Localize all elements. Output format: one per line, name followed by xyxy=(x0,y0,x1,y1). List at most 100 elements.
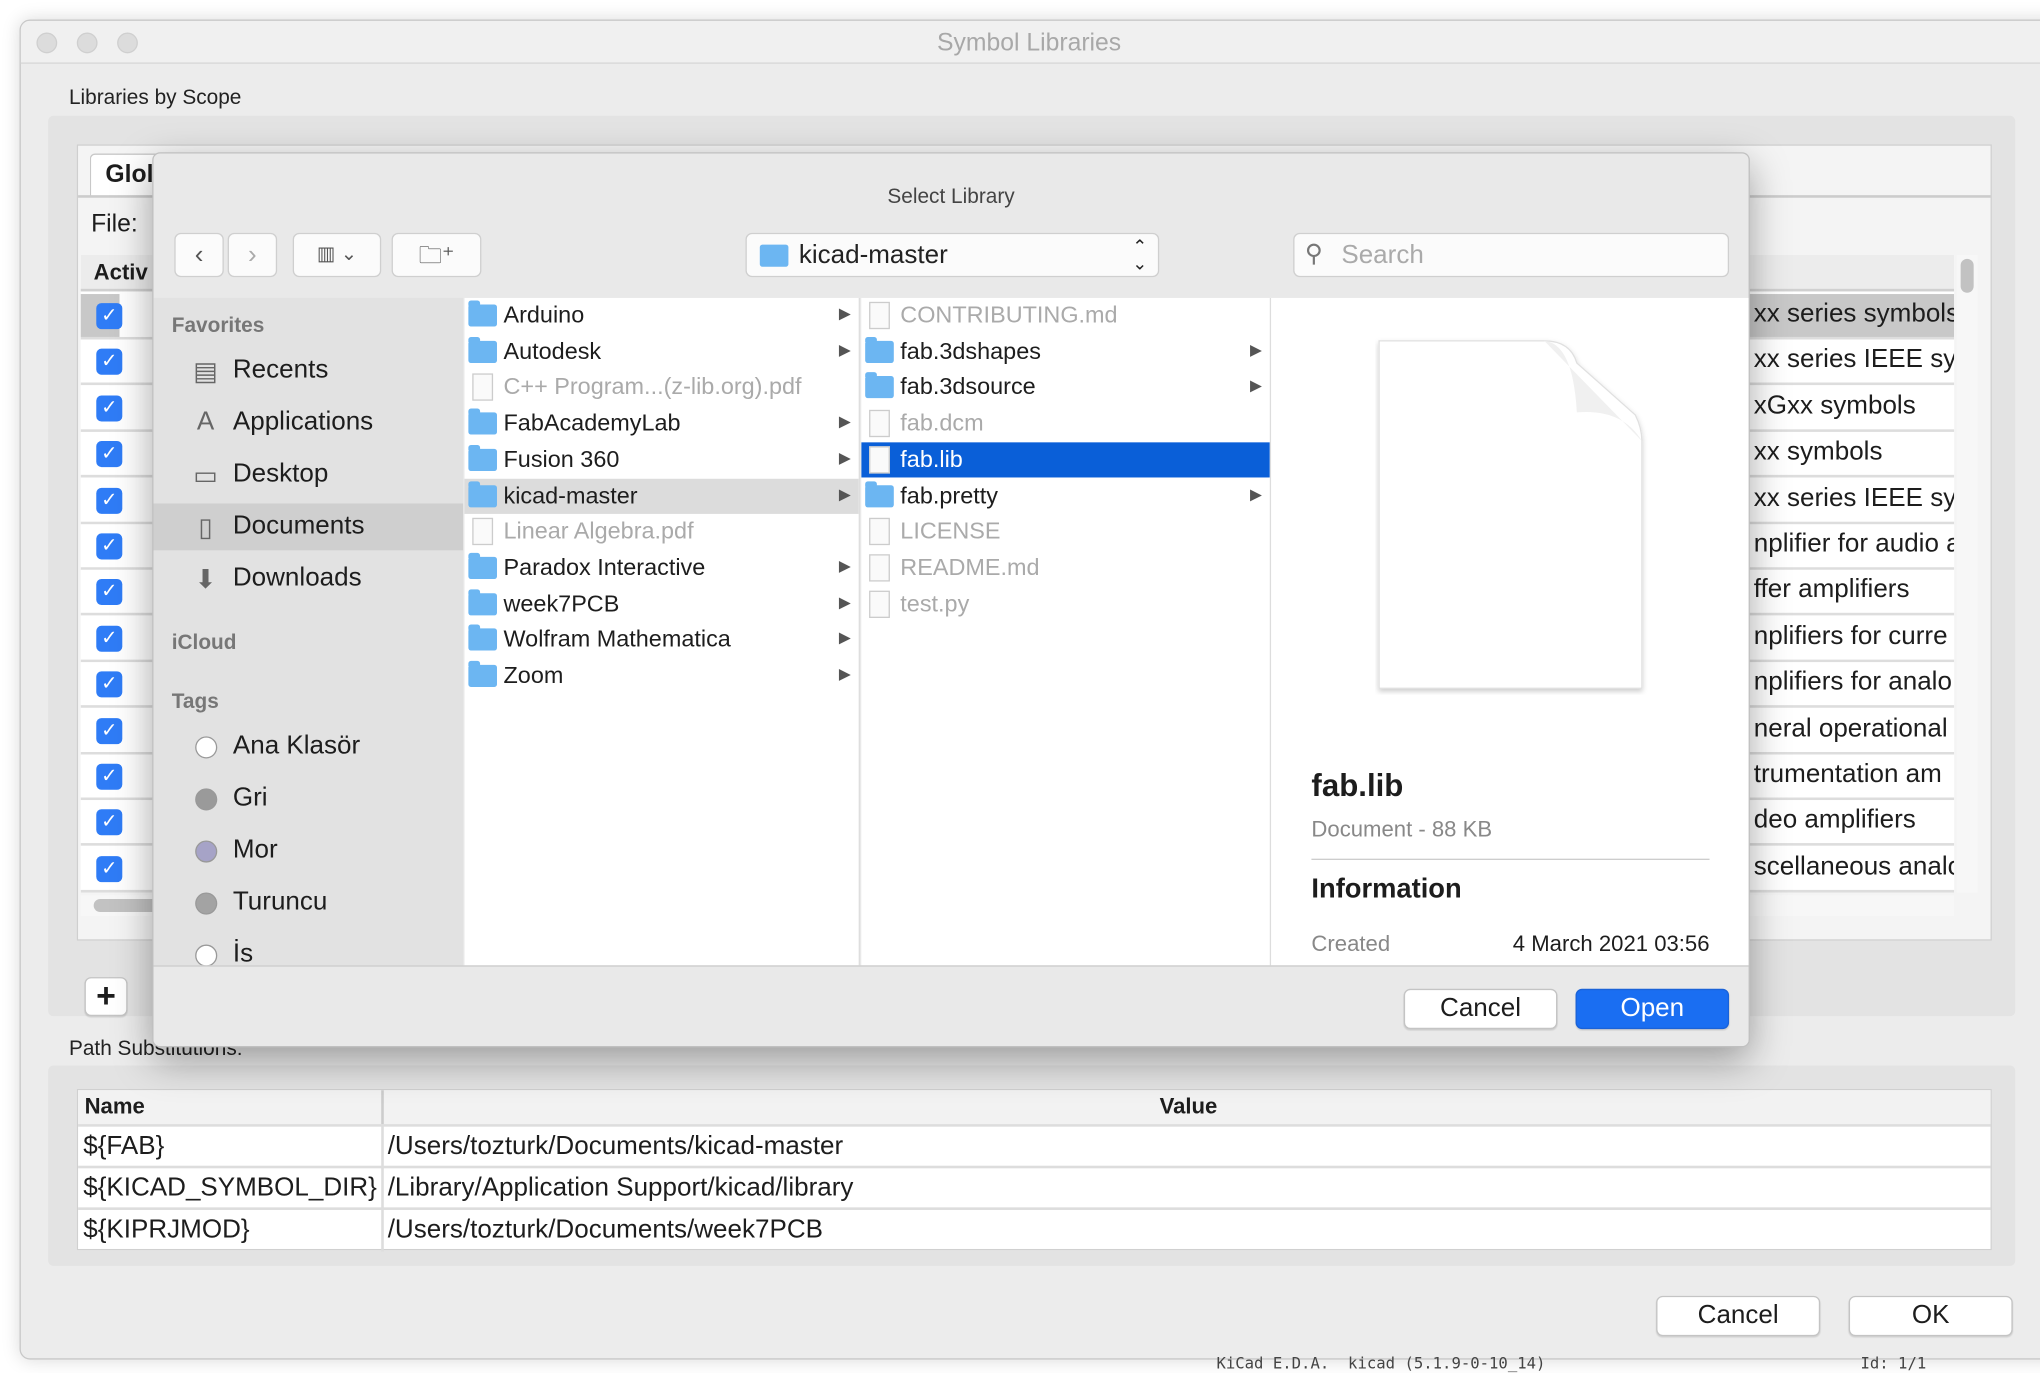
active-checkbox[interactable]: ✓ xyxy=(96,533,123,560)
sidebar-item-documents[interactable]: ▯ Documents xyxy=(153,503,464,551)
file-row[interactable]: README.md xyxy=(861,550,1270,585)
file-row[interactable]: Arduino ▶ xyxy=(464,298,858,333)
path-row[interactable]: ${KICAD_SYMBOL_DIR} /Library/Application … xyxy=(78,1165,1991,1208)
file-row[interactable]: Wolfram Mathematica ▶ xyxy=(464,622,858,657)
active-checkbox[interactable]: ✓ xyxy=(96,855,123,882)
file-row[interactable]: kicad-master ▶ xyxy=(464,478,859,514)
active-checkbox[interactable]: ✓ xyxy=(96,809,123,836)
sidebar-item-applications[interactable]: A Applications xyxy=(154,399,464,446)
sidebar-item-label: Applications xyxy=(232,407,374,436)
open-button[interactable]: Open xyxy=(1575,988,1730,1030)
view-mode-button[interactable]: ▥ ⌄ xyxy=(292,232,382,278)
folder-icon xyxy=(468,336,497,363)
active-checkbox[interactable]: ✓ xyxy=(96,441,123,468)
file-row[interactable]: C++ Program...(z-lib.org).pdf xyxy=(464,370,858,405)
active-checkbox[interactable]: ✓ xyxy=(96,487,123,514)
folder-icon xyxy=(468,480,497,507)
file-name: C++ Program...(z-lib.org).pdf xyxy=(503,373,802,400)
file-name: CONTRIBUTING.md xyxy=(900,301,1118,328)
active-checkbox[interactable]: ✓ xyxy=(96,625,123,652)
library-description: trumentation am xyxy=(1753,759,1942,789)
disclosure-arrow-icon: ▶ xyxy=(838,340,851,359)
library-description: nplifiers for curre xyxy=(1753,621,1948,651)
document-icon xyxy=(472,373,494,402)
vertical-scrollbar[interactable] xyxy=(1956,254,1978,893)
document-icon xyxy=(1378,340,1643,689)
forward-button[interactable]: › xyxy=(227,232,278,278)
information-header: Information xyxy=(1311,874,1462,905)
active-checkbox[interactable]: ✓ xyxy=(96,395,123,422)
new-folder-button[interactable]: 🗀⁺ xyxy=(391,232,482,278)
applications-icon: A xyxy=(196,407,215,436)
path-substitutions-group: Name Value ${FAB} /Users/tozturk/Document… xyxy=(48,1065,2016,1266)
dialog-cancel-button[interactable]: Cancel xyxy=(1403,988,1558,1030)
search-field[interactable]: ⚲ Search xyxy=(1293,232,1730,278)
file-name: fab.dcm xyxy=(900,409,984,436)
add-library-button[interactable]: + xyxy=(84,977,128,1017)
file-row[interactable]: Autodesk ▶ xyxy=(464,334,858,369)
sidebar-item-label: İs xyxy=(232,939,254,966)
disclosure-arrow-icon: ▶ xyxy=(838,628,851,647)
file-row[interactable]: week7PCB ▶ xyxy=(464,586,858,621)
path-row[interactable]: ${FAB} /Users/tozturk/Documents/kicad-mas… xyxy=(78,1124,1991,1166)
path-popup[interactable]: kicad-master ⌃ ⌄ xyxy=(745,232,1160,278)
chevron-left-icon: ‹ xyxy=(194,240,204,270)
folder-icon xyxy=(468,624,497,651)
active-column-header[interactable]: Activ xyxy=(94,260,148,286)
library-description: neral operational xyxy=(1753,713,1948,743)
file-row[interactable]: fab.dcm xyxy=(861,406,1270,441)
file-row[interactable]: fab.3dshapes ▶ xyxy=(861,334,1270,369)
columns-view-icon: ▥ ⌄ xyxy=(316,243,358,266)
window-title: Symbol Libraries xyxy=(937,29,1122,58)
ok-button[interactable]: OK xyxy=(1848,1295,2013,1337)
file-row[interactable]: fab.pretty ▶ xyxy=(861,478,1270,513)
active-checkbox[interactable]: ✓ xyxy=(96,349,123,376)
sidebar-tag[interactable]: Ana Klasör xyxy=(154,723,464,770)
search-icon: ⚲ xyxy=(1304,240,1324,269)
file-row[interactable]: Paradox Interactive ▶ xyxy=(464,550,858,585)
sidebar-tag[interactable]: Mor xyxy=(154,827,464,874)
file-label: File: xyxy=(91,210,138,239)
file-row[interactable]: fab.lib xyxy=(861,442,1270,478)
cancel-button[interactable]: Cancel xyxy=(1656,1295,1821,1337)
path-substitutions-table: Name Value ${FAB} /Users/tozturk/Document… xyxy=(76,1088,1993,1252)
path-name: ${FAB} xyxy=(83,1131,165,1161)
document-icon xyxy=(869,554,890,582)
file-row[interactable]: test.py xyxy=(861,586,1270,621)
folder-icon xyxy=(865,372,894,399)
disclosure-arrow-icon: ▶ xyxy=(1249,340,1262,359)
active-checkbox[interactable]: ✓ xyxy=(96,763,123,790)
file-row[interactable]: Zoom ▶ xyxy=(464,658,858,693)
value-column-header[interactable]: Value xyxy=(384,1094,1993,1120)
sidebar-tag[interactable]: İs xyxy=(154,932,464,966)
file-row[interactable]: FabAcademyLab ▶ xyxy=(464,406,858,441)
sidebar-tag[interactable]: Gri xyxy=(154,775,464,822)
file-name: test.py xyxy=(900,590,970,617)
file-name: README.md xyxy=(900,554,1040,581)
active-checkbox[interactable]: ✓ xyxy=(96,671,123,698)
dialog-footer: Cancel Open xyxy=(153,965,1749,1047)
disclosure-arrow-icon: ▶ xyxy=(1249,376,1262,395)
sidebar-item-recents[interactable]: ▤ Recents xyxy=(154,347,464,394)
active-checkbox[interactable]: ✓ xyxy=(96,303,123,330)
folder-icon xyxy=(468,660,497,687)
tag-color-icon xyxy=(195,892,218,915)
active-checkbox[interactable]: ✓ xyxy=(96,579,123,606)
file-name: Paradox Interactive xyxy=(503,554,706,581)
file-column-kicad-master: CONTRIBUTING.md fab.3dshapes ▶ fab.3dsource… xyxy=(861,297,1272,966)
back-button[interactable]: ‹ xyxy=(174,232,224,278)
sidebar-item-label: Mor xyxy=(232,835,278,864)
name-column-header[interactable]: Name xyxy=(85,1094,145,1120)
file-row[interactable]: LICENSE xyxy=(861,514,1270,549)
file-row[interactable]: fab.3dsource ▶ xyxy=(861,370,1270,405)
active-checkbox[interactable]: ✓ xyxy=(96,717,123,744)
file-row[interactable]: Linear Algebra.pdf xyxy=(464,514,858,549)
preview-pane: fab.lib Document - 88 KB Information Cre… xyxy=(1271,297,1749,966)
sidebar-tag[interactable]: Turuncu xyxy=(154,879,464,926)
sidebar-item-desktop[interactable]: ▭ Desktop xyxy=(154,451,464,498)
library-description: scellaneous analo xyxy=(1753,851,1955,881)
path-row[interactable]: ${KIPRJMOD} /Users/tozturk/Documents/week… xyxy=(78,1207,1991,1249)
sidebar-item-downloads[interactable]: ⬇ Downloads xyxy=(154,556,464,603)
file-row[interactable]: Fusion 360 ▶ xyxy=(464,442,858,477)
file-row[interactable]: CONTRIBUTING.md xyxy=(861,298,1270,333)
